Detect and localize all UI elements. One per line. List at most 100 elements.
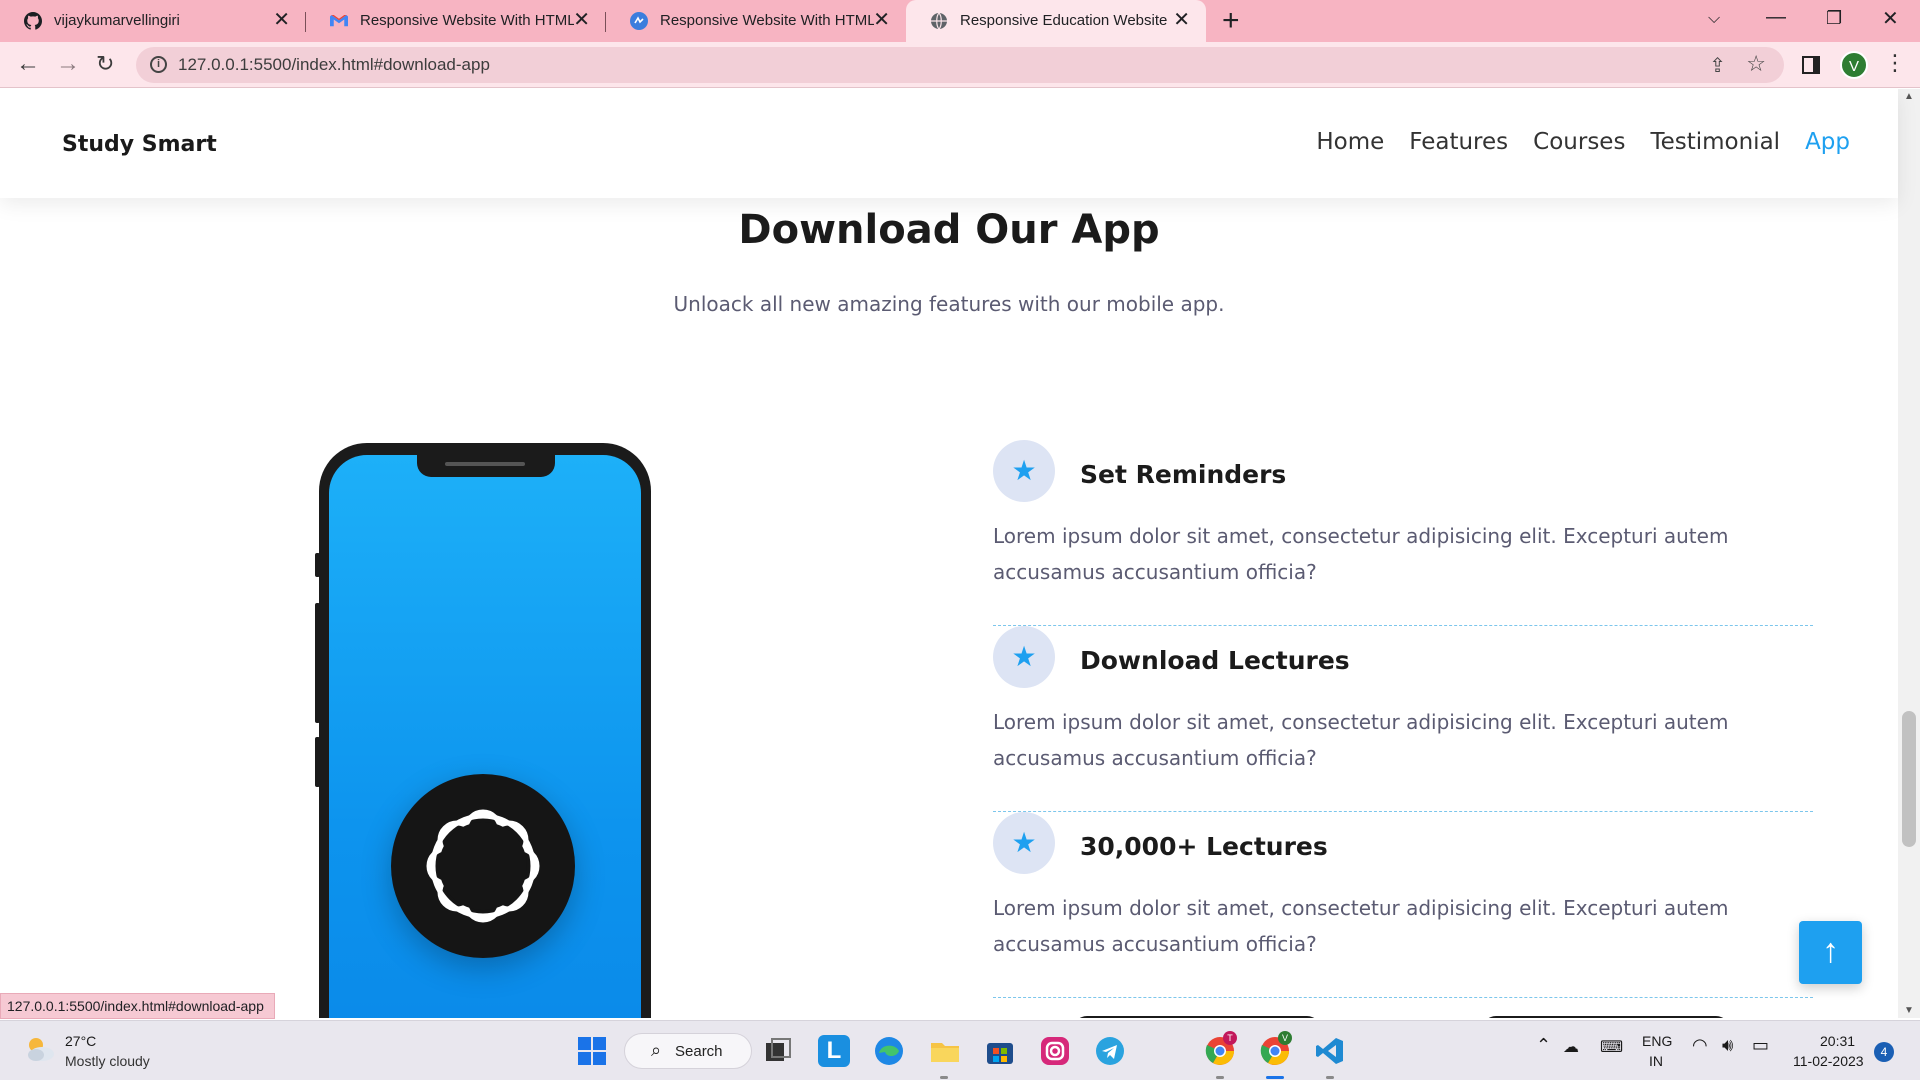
keyboard-icon[interactable]: ⌨ xyxy=(1600,1037,1623,1057)
taskbar-search[interactable]: ⌕ Search xyxy=(624,1033,752,1069)
site-nav: Home Features Courses Testimonial App xyxy=(1316,129,1850,155)
phone-side-button xyxy=(315,737,320,787)
running-indicator xyxy=(1216,1076,1224,1079)
site-logo[interactable]: Study Smart xyxy=(62,132,217,157)
task-view-icon[interactable] xyxy=(762,1035,794,1067)
volume-icon[interactable]: 🔊︎ xyxy=(1722,1035,1733,1056)
section-subtitle: Unloack all new amazing features with ou… xyxy=(673,292,1225,316)
instagram-icon[interactable] xyxy=(1039,1035,1071,1067)
link-status-bubble: 127.0.0.1:5500/index.html#download-app xyxy=(0,993,275,1019)
edge-browser-icon[interactable] xyxy=(873,1035,905,1067)
feature-title: Download Lectures xyxy=(1080,646,1350,675)
profile-avatar[interactable]: V xyxy=(1840,51,1868,79)
clock-date[interactable]: 11-02-2023 xyxy=(1793,1053,1864,1069)
address-bar[interactable]: i 127.0.0.1:5500/index.html#download-app… xyxy=(136,47,1784,83)
site-header: Study Smart Home Features Courses Testim… xyxy=(0,89,1898,198)
tab-app[interactable]: Responsive Website With HTML, ✕ xyxy=(606,0,906,42)
tab-title: Responsive Website With HTML, xyxy=(660,12,874,29)
cloudy-weather-icon[interactable] xyxy=(24,1035,56,1063)
menu-kebab-icon[interactable]: ⋮ xyxy=(1884,50,1906,76)
browser-toolbar: ← → ↻ i 127.0.0.1:5500/index.html#downlo… xyxy=(0,42,1920,88)
back-arrow-icon[interactable]: ← xyxy=(16,50,40,78)
close-icon[interactable]: ✕ xyxy=(273,9,290,31)
scroll-up-icon[interactable]: ▲ xyxy=(1904,91,1914,102)
search-icon: ⌕ xyxy=(651,1040,662,1060)
tab-search-chevron-icon[interactable]: ⌵ xyxy=(1708,10,1720,28)
bookmark-star-icon[interactable]: ☆ xyxy=(1746,51,1766,77)
tab-strip: vijaykumarvellingiri ✕ Responsive Websit… xyxy=(0,0,1920,42)
address-url[interactable]: 127.0.0.1:5500/index.html#download-app xyxy=(178,55,490,75)
tab-title: Responsive Education Website xyxy=(960,12,1168,29)
tab-education-active[interactable]: Responsive Education Website ✕ xyxy=(906,0,1206,42)
nav-app[interactable]: App xyxy=(1805,129,1850,155)
language-top[interactable]: ENG xyxy=(1642,1033,1672,1049)
store-button[interactable] xyxy=(1482,1016,1730,1018)
wifi-icon[interactable]: ◠ xyxy=(1692,1035,1708,1056)
info-icon[interactable]: i xyxy=(150,56,167,73)
battery-icon[interactable]: ▭ xyxy=(1752,1035,1769,1056)
feature-text: Lorem ipsum dolor sit amet, consectetur … xyxy=(993,896,1729,956)
onedrive-cloud-icon[interactable]: ☁ xyxy=(1563,1037,1579,1057)
feature-text: Lorem ipsum dolor sit amet, consectetur … xyxy=(993,524,1729,584)
close-icon[interactable]: ✕ xyxy=(873,9,890,31)
section-title: Download Our App xyxy=(738,207,1160,253)
clock-time[interactable]: 20:31 xyxy=(1820,1033,1855,1049)
telegram-icon[interactable] xyxy=(1094,1035,1126,1067)
store-button[interactable] xyxy=(1073,1016,1321,1018)
close-icon[interactable]: ✕ xyxy=(573,9,590,31)
phone-side-button xyxy=(315,553,320,577)
page-scrollbar[interactable]: ▲ ▼ xyxy=(1898,89,1920,1018)
scroll-top-button[interactable]: ↑ xyxy=(1799,921,1862,984)
windows-start-icon[interactable] xyxy=(576,1035,608,1067)
feature-item: ★ Set Reminders Lorem ipsum dolor sit am… xyxy=(993,440,1813,626)
running-indicator xyxy=(940,1076,948,1079)
feature-title: Set Reminders xyxy=(1080,460,1287,489)
forward-arrow-icon[interactable]: → xyxy=(56,50,80,78)
app-logo-ring xyxy=(426,809,540,923)
app-logo-icon xyxy=(391,774,575,958)
reload-icon[interactable]: ↻ xyxy=(96,50,114,78)
tab-gmail[interactable]: Responsive Website With HTML, ✕ xyxy=(306,0,606,42)
feature-text: Lorem ipsum dolor sit amet, consectetur … xyxy=(993,710,1729,770)
weather-description[interactable]: Mostly cloudy xyxy=(65,1053,150,1069)
nav-testimonial[interactable]: Testimonial xyxy=(1650,129,1780,155)
vscode-icon[interactable] xyxy=(1314,1035,1346,1067)
page-viewport: Study Smart Home Features Courses Testim… xyxy=(0,89,1920,1018)
scroll-thumb[interactable] xyxy=(1902,711,1916,847)
language-bottom[interactable]: IN xyxy=(1649,1053,1663,1069)
weather-temperature[interactable]: 27°C xyxy=(65,1033,96,1049)
close-icon[interactable]: ✕ xyxy=(1173,9,1190,31)
star-icon: ★ xyxy=(993,812,1055,874)
globe-icon xyxy=(931,12,947,30)
app-icon xyxy=(630,12,648,30)
phone-side-button xyxy=(315,603,320,723)
nav-home[interactable]: Home xyxy=(1316,129,1384,155)
active-indicator xyxy=(1266,1076,1284,1079)
search-label: Search xyxy=(675,1043,723,1060)
running-indicator xyxy=(1326,1076,1334,1079)
share-icon[interactable]: ⇪ xyxy=(1709,53,1726,78)
windows-taskbar: 27°C Mostly cloudy ⌕ Search L T V ⌃ ☁ ⌨ … xyxy=(0,1020,1920,1080)
restore-icon[interactable]: ❐ xyxy=(1826,8,1842,29)
notification-badge[interactable]: 4 xyxy=(1874,1042,1894,1062)
file-explorer-icon[interactable] xyxy=(929,1035,961,1067)
tab-github[interactable]: vijaykumarvellingiri ✕ xyxy=(0,0,306,42)
side-panel-icon[interactable] xyxy=(1802,56,1820,74)
scroll-down-icon[interactable]: ▼ xyxy=(1904,1005,1914,1016)
gmail-icon xyxy=(330,15,348,27)
tray-chevron-up-icon[interactable]: ⌃ xyxy=(1536,1035,1551,1056)
star-icon: ★ xyxy=(993,440,1055,502)
nav-courses[interactable]: Courses xyxy=(1533,129,1625,155)
tab-title: vijaykumarvellingiri xyxy=(54,12,180,29)
github-icon xyxy=(24,12,42,30)
window-close-icon[interactable]: ✕ xyxy=(1882,6,1899,31)
minimize-icon[interactable]: — xyxy=(1766,6,1786,29)
new-tab-button[interactable]: + xyxy=(1222,6,1240,36)
nav-features[interactable]: Features xyxy=(1409,129,1508,155)
tab-title: Responsive Website With HTML, xyxy=(360,12,574,29)
chrome-profile-badge-t: T xyxy=(1223,1031,1237,1045)
launcher-l-icon[interactable]: L xyxy=(818,1035,850,1067)
phone-notch xyxy=(417,455,555,477)
star-icon: ★ xyxy=(993,626,1055,688)
microsoft-store-icon[interactable] xyxy=(984,1035,1016,1067)
